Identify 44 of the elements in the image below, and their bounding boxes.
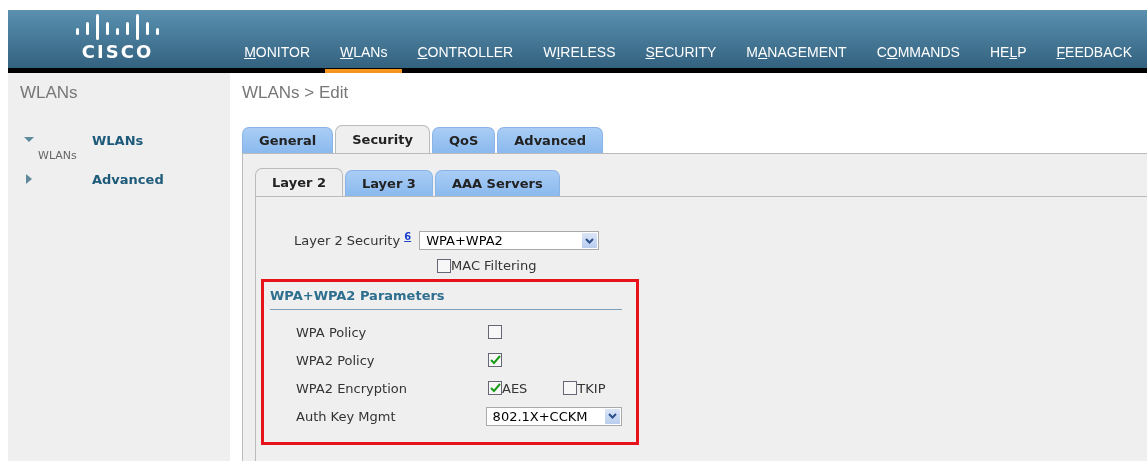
tab[interactable]: Layer 3 xyxy=(344,170,433,196)
key-mgmt-select[interactable]: 802.1X+CCKM xyxy=(485,406,622,426)
tab[interactable]: Layer 2 xyxy=(255,168,343,196)
field-label: Layer 2 Security xyxy=(294,233,401,248)
tab[interactable]: AAA Servers xyxy=(434,170,560,196)
checkbox[interactable] xyxy=(488,353,502,367)
dropdown-icon xyxy=(582,233,598,248)
nav-link[interactable]: WIRELESS xyxy=(528,44,631,73)
nav-link[interactable]: WLANs xyxy=(325,44,403,73)
security-select[interactable]: WPA+WPA2 xyxy=(419,231,600,250)
nav-link[interactable]: MANAGEMENT xyxy=(731,44,862,73)
checkbox[interactable] xyxy=(563,381,578,395)
sidebar-sublink[interactable]: WLANs xyxy=(38,149,218,162)
nav-link[interactable]: MONITOR xyxy=(229,44,325,73)
tab[interactable]: QoS xyxy=(431,127,496,153)
checkbox[interactable] xyxy=(488,325,502,339)
tab[interactable]: Advanced xyxy=(497,127,603,153)
nav-link[interactable]: CONTROLLER xyxy=(402,44,529,73)
field-label: WPA Policy xyxy=(295,324,368,340)
checkbox[interactable] xyxy=(437,258,451,273)
field-label: WPA2 Encryption xyxy=(295,380,408,396)
field-label: Auth Key Mgmt xyxy=(295,408,397,424)
section-title: WPA+WPA2 Parameters xyxy=(270,288,622,310)
tab[interactable]: General xyxy=(242,127,334,153)
page-title: WLANs > Edit xyxy=(242,83,350,103)
expanded-icon[interactable] xyxy=(24,135,34,145)
logo-text: CISCO xyxy=(81,42,154,62)
footnote-link[interactable]: 6 xyxy=(404,231,412,242)
checkbox-label: MAC Filtering xyxy=(451,258,537,273)
nav-link[interactable]: FEEDBACK xyxy=(1041,44,1147,73)
tab[interactable]: Security xyxy=(335,125,430,153)
checkbox-label: AES xyxy=(502,380,528,396)
nav-link[interactable]: COMMANDS xyxy=(861,44,975,73)
sidebar-link[interactable]: WLANs xyxy=(92,132,144,148)
sidebar-title: WLANs xyxy=(20,83,79,103)
nav-link[interactable]: HELP xyxy=(974,44,1042,73)
field-label: WPA2 Policy xyxy=(295,352,376,368)
cisco-bars-icon xyxy=(75,14,160,40)
collapsed-icon[interactable] xyxy=(24,174,34,184)
nav-link[interactable]: SECURITY xyxy=(630,44,732,73)
checkbox-label: TKIP xyxy=(577,380,606,396)
checkbox[interactable] xyxy=(488,381,502,395)
dropdown-icon xyxy=(605,408,620,424)
sidebar-link[interactable]: Advanced xyxy=(92,171,164,187)
